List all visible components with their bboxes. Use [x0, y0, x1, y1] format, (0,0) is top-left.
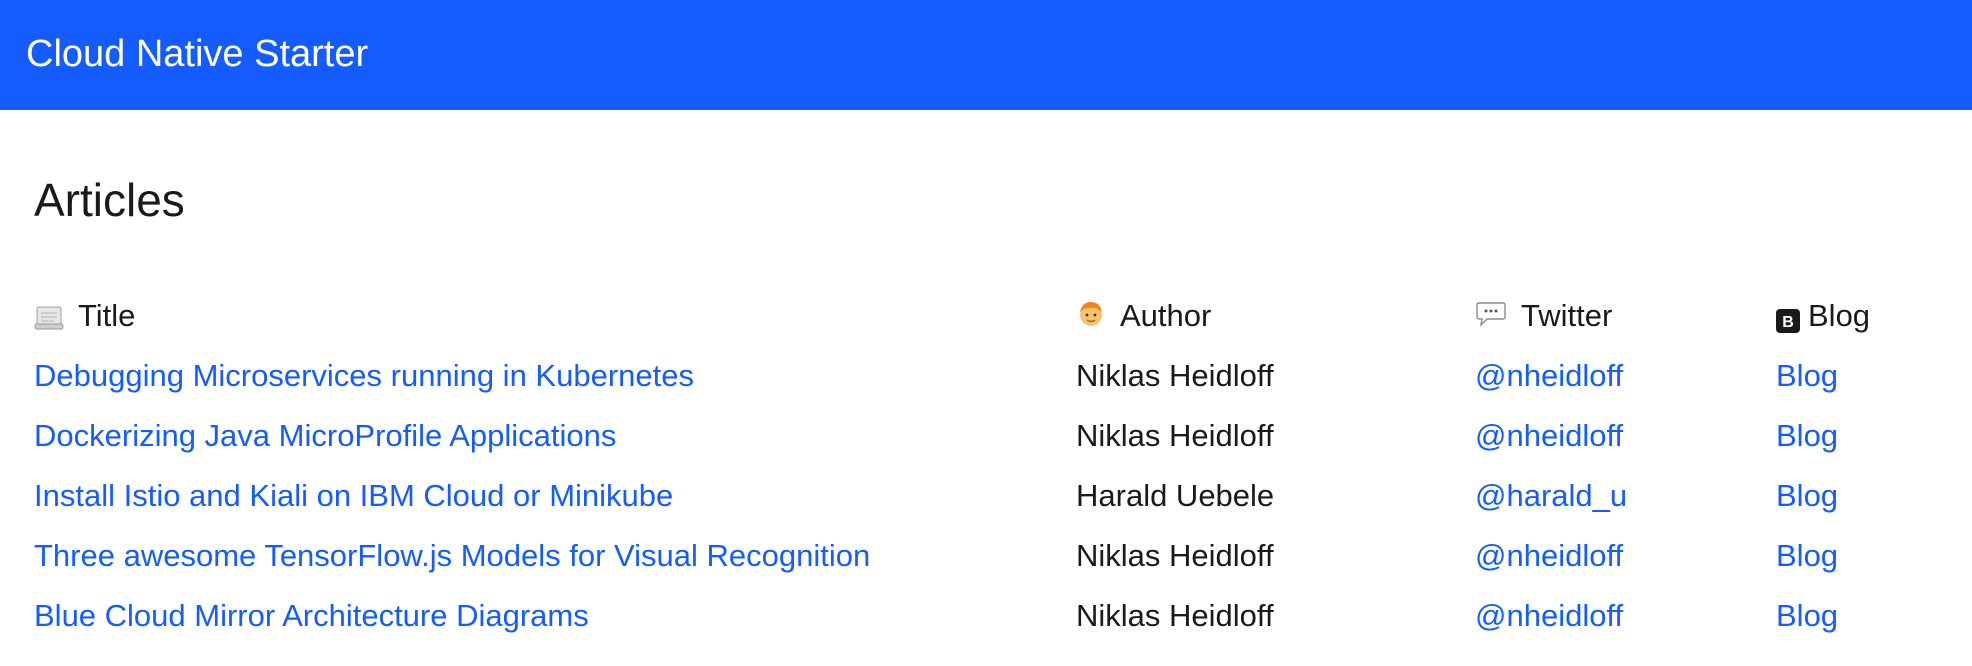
article-author: Harald Uebele [1076, 478, 1275, 513]
header-blog: B Blog [1776, 296, 1870, 336]
table-row: Install Istio and Kiali on IBM Cloud or … [0, 476, 1972, 520]
twitter-handle-link[interactable]: @nheidloff [1475, 596, 1623, 636]
header-title: Title [34, 296, 135, 336]
header-blog-label: Blog [1808, 298, 1871, 333]
article-title-link[interactable]: Three awesome TensorFlow.js Models for V… [34, 536, 870, 576]
blog-link[interactable]: Blog [1776, 416, 1838, 456]
blog-link[interactable]: Blog [1776, 356, 1838, 396]
header-twitter-label: Twitter [1521, 298, 1613, 333]
svg-text:B: B [1782, 314, 1794, 331]
person-face-icon [1076, 299, 1106, 329]
article-title-link[interactable]: Blue Cloud Mirror Architecture Diagrams [34, 596, 589, 636]
table-row: Dockerizing Java MicroProfile Applicatio… [0, 416, 1972, 460]
article-author: Niklas Heidloff [1076, 598, 1274, 633]
app-title[interactable]: Cloud Native Starter [26, 34, 368, 74]
top-navbar: Cloud Native Starter [0, 0, 1972, 110]
article-author: Niklas Heidloff [1076, 538, 1274, 573]
table-row: Three awesome TensorFlow.js Models for V… [0, 536, 1972, 580]
article-title-link[interactable]: Dockerizing Java MicroProfile Applicatio… [34, 416, 616, 456]
twitter-handle-link[interactable]: @nheidloff [1475, 536, 1623, 576]
letter-b-icon: B [1776, 303, 1800, 333]
header-author: Author [1076, 296, 1211, 336]
header-author-label: Author [1120, 298, 1212, 333]
blog-link[interactable]: Blog [1776, 596, 1838, 636]
table-row: Blue Cloud Mirror Architecture Diagrams … [0, 596, 1972, 640]
table-row: Debugging Microservices running in Kuber… [0, 356, 1972, 400]
speech-bubble-icon [1475, 299, 1507, 329]
blog-link[interactable]: Blog [1776, 476, 1838, 516]
header-title-label: Title [78, 298, 136, 333]
article-title-link[interactable]: Install Istio and Kiali on IBM Cloud or … [34, 476, 673, 516]
page-title: Articles [34, 174, 185, 226]
table-header-row: Title Author Twitter B Blog [0, 296, 1972, 340]
article-title-link[interactable]: Debugging Microservices running in Kuber… [34, 356, 694, 396]
twitter-handle-link[interactable]: @harald_u [1475, 476, 1627, 516]
scroll-icon [34, 301, 64, 330]
twitter-handle-link[interactable]: @nheidloff [1475, 356, 1623, 396]
blog-link[interactable]: Blog [1776, 536, 1838, 576]
twitter-handle-link[interactable]: @nheidloff [1475, 416, 1623, 456]
header-twitter: Twitter [1475, 296, 1612, 336]
article-author: Niklas Heidloff [1076, 358, 1274, 393]
article-author: Niklas Heidloff [1076, 418, 1274, 453]
